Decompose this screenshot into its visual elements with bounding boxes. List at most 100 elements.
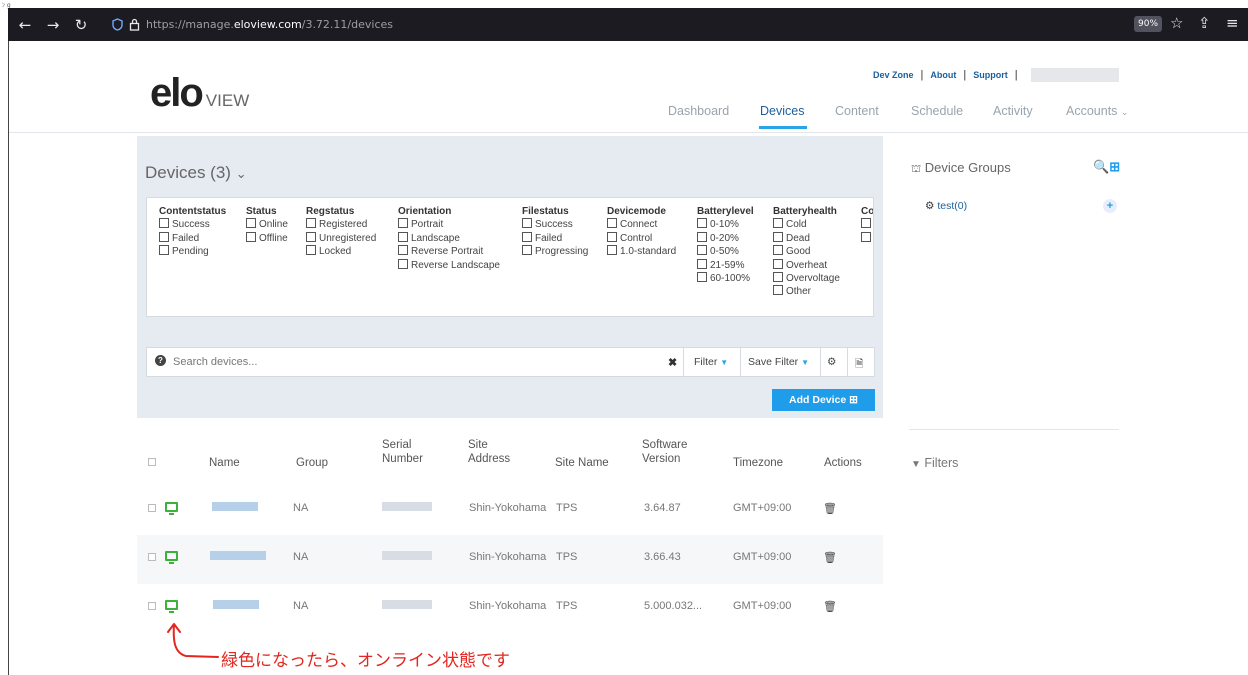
elo-view-logo[interactable]: elo VIEW xyxy=(150,68,249,118)
nav-devices[interactable]: Devices xyxy=(760,104,804,118)
filter-option[interactable]: Failed xyxy=(522,232,588,245)
filters-title[interactable]: ▼ Filters xyxy=(911,456,958,470)
filter-option[interactable]: 0-20% xyxy=(697,232,754,245)
row-checkbox[interactable] xyxy=(148,602,156,610)
search-input[interactable] xyxy=(173,349,673,375)
trash-icon[interactable]: 🗑 xyxy=(823,551,837,564)
star-icon[interactable]: ☆ xyxy=(1170,14,1183,32)
cell-timezone: GMT+09:00 xyxy=(733,600,792,612)
filter-option[interactable]: Landscape xyxy=(398,232,500,245)
filter-option[interactable]: Connect xyxy=(607,218,676,231)
filter-button[interactable]: Filter ▼ xyxy=(694,356,728,368)
device-name-blurred[interactable] xyxy=(213,600,259,609)
save-filter-label: Save Filter xyxy=(748,356,799,368)
table-row[interactable]: NA Shin-Yokohama TPS 5.000.032... GMT+09… xyxy=(137,584,883,633)
filter-option[interactable]: Progressing xyxy=(522,245,588,258)
filter-option[interactable]: Success xyxy=(522,218,588,231)
user-account-blurred[interactable] xyxy=(1030,68,1119,82)
export-file-icon[interactable]: 🗎 xyxy=(855,356,863,374)
filter-option[interactable]: Success xyxy=(159,218,226,231)
device-name-blurred[interactable] xyxy=(212,502,258,511)
about-link[interactable]: About xyxy=(930,70,956,80)
save-filter-button[interactable]: Save Filter ▼ xyxy=(748,356,809,368)
add-device-button[interactable]: Add Device ⊞ xyxy=(772,389,875,411)
filter-orientation: Orientation Portrait Landscape Reverse P… xyxy=(398,206,500,272)
filter-option[interactable]: Overvoltage xyxy=(773,272,840,285)
serial-blurred xyxy=(382,551,432,560)
row-checkbox[interactable] xyxy=(148,504,156,512)
row-checkbox[interactable] xyxy=(148,553,156,561)
filter-option[interactable]: Other xyxy=(773,285,840,298)
select-all-checkbox[interactable] xyxy=(148,458,156,466)
settings-gear-icon[interactable]: ⚙ xyxy=(827,356,836,368)
forward-icon[interactable]: → xyxy=(42,16,64,34)
col-group[interactable]: Group xyxy=(296,456,328,470)
filter-option[interactable]: Unregistered xyxy=(306,232,376,245)
cell-group: NA xyxy=(293,600,309,612)
filter-option[interactable]: Registered xyxy=(306,218,376,231)
devices-title[interactable]: Devices (3) ⌄ xyxy=(145,163,247,183)
col-timezone[interactable]: Timezone xyxy=(733,456,783,470)
filter-option[interactable]: 1.0-standard xyxy=(607,245,676,258)
col-site-name[interactable]: Site Name xyxy=(555,456,609,470)
nav-schedule[interactable]: Schedule xyxy=(911,104,963,118)
nav-content[interactable]: Content xyxy=(835,104,879,118)
col-serial[interactable]: Serial Number xyxy=(382,438,423,466)
filter-option[interactable]: 0-10% xyxy=(697,218,754,231)
filter-option[interactable]: Online xyxy=(246,218,288,231)
dev-zone-link[interactable]: Dev Zone xyxy=(873,70,914,80)
filter-option[interactable]: Locked xyxy=(306,245,376,258)
filter-status: Status Online Offline xyxy=(246,206,288,245)
filter-option[interactable] xyxy=(861,218,873,231)
share-icon[interactable]: ⇪ xyxy=(1198,14,1211,32)
filter-option[interactable]: Cold xyxy=(773,218,840,231)
support-link[interactable]: Support xyxy=(973,70,1008,80)
devices-title-text: Devices (3) xyxy=(145,163,231,182)
filter-option[interactable]: Portrait xyxy=(398,218,500,231)
filter-option[interactable]: Offline xyxy=(246,232,288,245)
trash-icon[interactable]: 🗑 xyxy=(823,502,837,515)
cell-site-address: Shin-Yokohama xyxy=(469,600,547,612)
table-row[interactable]: NA Shin-Yokohama TPS 3.64.87 GMT+09:00 🗑 xyxy=(137,486,883,535)
col-software-version[interactable]: Software Version xyxy=(642,438,687,466)
help-icon[interactable]: ? xyxy=(155,355,166,366)
add-group-icon[interactable]: ⊞ xyxy=(1109,159,1120,174)
filter-heading: Regstatus xyxy=(306,206,355,217)
col-name[interactable]: Name xyxy=(209,456,240,470)
filter-option[interactable]: Pending xyxy=(159,245,226,258)
filter-option[interactable]: 21-59% xyxy=(697,259,754,272)
filter-option[interactable]: 0-50% xyxy=(697,245,754,258)
group-item-test[interactable]: ⚙ test(0) xyxy=(925,200,967,212)
filter-option[interactable]: Dead xyxy=(773,232,840,245)
filter-option[interactable]: Overheat xyxy=(773,259,840,272)
zoom-badge[interactable]: 90% xyxy=(1134,16,1163,32)
col-serial-line1: Serial xyxy=(382,439,412,451)
trash-icon[interactable]: 🗑 xyxy=(823,600,837,613)
table-row[interactable]: NA Shin-Yokohama TPS 3.66.43 GMT+09:00 🗑 xyxy=(137,535,883,584)
device-name-blurred[interactable] xyxy=(210,551,266,560)
nav-accounts[interactable]: Accounts ⌄ xyxy=(1066,104,1128,118)
page-border xyxy=(8,41,9,675)
filter-heading: Devicemode xyxy=(607,206,666,217)
chevron-down-icon: ⌄ xyxy=(235,166,247,181)
filter-option[interactable]: Control xyxy=(607,232,676,245)
filter-option[interactable]: Reverse Landscape xyxy=(398,259,500,272)
menu-icon[interactable]: ≡ xyxy=(1226,14,1239,32)
back-icon[interactable]: ← xyxy=(14,16,36,34)
filter-option[interactable]: Reverse Portrait xyxy=(398,245,500,258)
filter-option[interactable] xyxy=(861,232,873,245)
nav-dashboard[interactable]: Dashboard xyxy=(668,104,729,118)
address-bar[interactable]: https://manage.eloview.com/3.72.11/devic… xyxy=(112,8,393,41)
filter-option[interactable]: Good xyxy=(773,245,840,258)
shield-icon xyxy=(112,18,123,31)
filter-option[interactable]: 60-100% xyxy=(697,272,754,285)
nav-activity[interactable]: Activity xyxy=(993,104,1033,118)
monitor-online-icon xyxy=(165,600,178,613)
add-to-group-button[interactable]: + xyxy=(1103,199,1117,213)
clear-icon[interactable]: ✖ xyxy=(668,356,677,369)
reload-icon[interactable]: ↻ xyxy=(70,16,92,34)
filter-heading: Contentstatus xyxy=(159,206,227,217)
col-site-address[interactable]: Site Address xyxy=(468,438,510,466)
search-icon[interactable]: 🔍 xyxy=(1093,159,1109,174)
filter-option[interactable]: Failed xyxy=(159,232,226,245)
